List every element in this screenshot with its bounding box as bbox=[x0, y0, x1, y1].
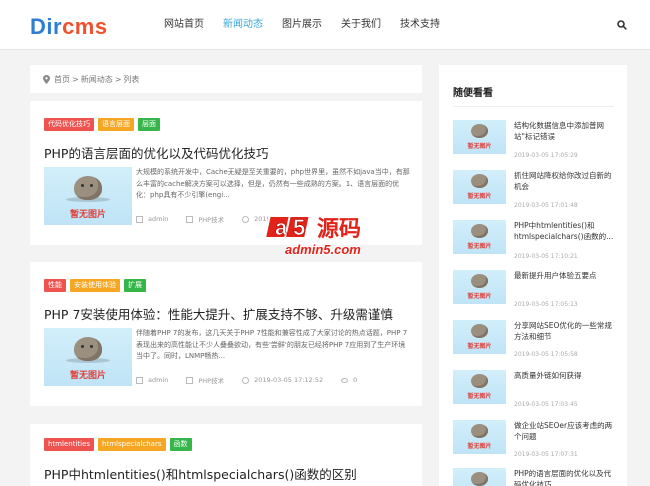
user-icon bbox=[136, 215, 143, 223]
post-date: 2019-03-05 17:07:31 bbox=[514, 451, 578, 458]
main-nav: 网站首页 新闻动态 图片展示 关于我们 技术支持 bbox=[164, 0, 459, 50]
post-thumbnail[interactable]: 暂无图片 bbox=[453, 120, 506, 154]
article-thumbnail[interactable]: 暂无图片 bbox=[44, 167, 132, 225]
divider bbox=[453, 106, 614, 107]
nav-item-images[interactable]: 图片展示 bbox=[282, 0, 322, 50]
breadcrumb-news[interactable]: 新闻动态 bbox=[81, 74, 113, 85]
post-title[interactable]: 结构化数据信息中添加普网站"标记错误 bbox=[514, 120, 618, 142]
sidebar-random-posts: 随便看看 暂无图片 结构化数据信息中添加普网站"标记错误 2019-03-05 … bbox=[439, 65, 627, 486]
post-date: 2019-03-05 17:05:58 bbox=[514, 351, 578, 358]
sidebar-title: 随便看看 bbox=[453, 88, 493, 99]
nav-item-support[interactable]: 技术支持 bbox=[400, 0, 440, 50]
post-thumbnail[interactable]: 暂无图片 bbox=[453, 370, 506, 404]
sidebar-post[interactable]: 暂无图片 结构化数据信息中添加普网站"标记错误 2019-03-05 17:05… bbox=[453, 120, 617, 160]
sidebar-post[interactable]: 暂无图片 分享网站SEO优化的一些常规方法和细节 2019-03-05 17:0… bbox=[453, 320, 617, 360]
tag[interactable]: 安装使用体验 bbox=[70, 279, 120, 292]
post-title[interactable]: 高质量外链如何获得 bbox=[514, 370, 618, 381]
article-title[interactable]: PHP中htmlentities()和htmlspecialchars()函数的… bbox=[44, 464, 357, 483]
sidebar-post[interactable]: 暂无图片 PHP的语言层面的优化以及代码优化技巧 bbox=[453, 468, 617, 486]
post-title[interactable]: 抓住网站降权给你改过自新的机会 bbox=[514, 170, 618, 192]
post-date: 2019-03-05 17:03:45 bbox=[514, 401, 578, 408]
placeholder-label: 暂无图片 bbox=[69, 371, 106, 381]
breadcrumb-current: 列表 bbox=[123, 74, 140, 84]
article-title[interactable]: PHP的语言层面的优化以及代码优化技巧 bbox=[44, 143, 268, 162]
breadcrumb-separator: > bbox=[114, 74, 122, 84]
post-thumbnail[interactable]: 暂无图片 bbox=[453, 468, 506, 486]
breadcrumb-home[interactable]: 首页 bbox=[54, 74, 70, 85]
post-date: 2019-03-05 17:01:48 bbox=[514, 202, 578, 209]
article-date: 2019- bbox=[254, 215, 273, 223]
category-icon bbox=[186, 376, 194, 384]
article-author[interactable]: admin bbox=[148, 376, 168, 384]
category-icon bbox=[186, 215, 194, 223]
article-excerpt: 伴随着PHP 7的发布，这几天关于PHP 7性能和兼容性成了大家讨论的热点话题，… bbox=[136, 329, 408, 360]
post-thumbnail[interactable]: 暂无图片 bbox=[453, 270, 506, 304]
breadcrumb-separator: > bbox=[72, 74, 79, 84]
sidebar-post[interactable]: 暂无图片 最新提升用户体验五要点 2019-03-05 17:05:13 bbox=[453, 270, 617, 310]
article-meta: admin PHP技术 2019- bbox=[136, 214, 291, 224]
article-thumbnail[interactable]: 暂无图片 bbox=[44, 328, 132, 386]
tag-list: 代码优化技巧 语言层面 层面 bbox=[44, 118, 164, 131]
post-title[interactable]: 做企业站SEOer应该考虑的两个问题 bbox=[514, 420, 618, 442]
article-category[interactable]: PHP技术 bbox=[198, 214, 224, 224]
sidebar-post[interactable]: 暂无图片 PHP中htmlentities()和htmlspecialchars… bbox=[453, 220, 617, 264]
post-thumbnail[interactable]: 暂无图片 bbox=[453, 320, 506, 354]
post-thumbnail[interactable]: 暂无图片 bbox=[453, 220, 506, 254]
tag[interactable]: 层面 bbox=[138, 118, 160, 131]
placeholder-label: 暂无图片 bbox=[69, 210, 106, 220]
tag-list: 性能 安装使用体验 扩展 bbox=[44, 279, 150, 292]
sidebar-post[interactable]: 暂无图片 做企业站SEOer应该考虑的两个问题 2019-03-05 17:07… bbox=[453, 420, 617, 460]
clock-icon bbox=[242, 215, 250, 223]
site-header: Dircms 网站首页 新闻动态 图片展示 关于我们 技术支持 bbox=[0, 0, 650, 50]
placeholder-rock-icon bbox=[74, 176, 102, 200]
article-date: 2019-03-05 17:12:52 bbox=[254, 376, 324, 384]
search-icon[interactable] bbox=[617, 20, 627, 30]
eye-icon bbox=[341, 377, 349, 383]
tag[interactable]: 性能 bbox=[44, 279, 66, 292]
post-title[interactable]: 最新提升用户体验五要点 bbox=[514, 270, 618, 281]
article-card: 代码优化技巧 语言层面 层面 PHP的语言层面的优化以及代码优化技巧 暂无图片 … bbox=[30, 101, 422, 245]
article-card: htmlentities htmlspecialchars 函数 PHP中htm… bbox=[30, 424, 422, 486]
article-author[interactable]: admin bbox=[148, 215, 168, 223]
nav-item-news[interactable]: 新闻动态 bbox=[223, 0, 263, 50]
article-card: 性能 安装使用体验 扩展 PHP 7安装使用体验：性能大提升、扩展支持不够、升级… bbox=[30, 262, 422, 406]
article-category[interactable]: PHP技术 bbox=[198, 375, 224, 385]
user-icon bbox=[136, 376, 143, 384]
nav-item-home[interactable]: 网站首页 bbox=[164, 0, 204, 50]
article-views: 0 bbox=[353, 376, 358, 384]
article-excerpt: 大规模的系统开发中，Cache无疑是至关重要的，php世界里，虽然不如java当… bbox=[136, 168, 410, 199]
tag[interactable]: 语言层面 bbox=[98, 118, 134, 131]
article-title[interactable]: PHP 7安装使用体验：性能大提升、扩展支持不够、升级需谨慎 bbox=[44, 304, 393, 323]
tag-list: htmlentities htmlspecialchars 函数 bbox=[44, 438, 196, 451]
tag[interactable]: htmlspecialchars bbox=[98, 438, 166, 451]
placeholder-rock-icon bbox=[74, 337, 102, 361]
tag[interactable]: 代码优化技巧 bbox=[44, 118, 94, 131]
tag[interactable]: 扩展 bbox=[124, 279, 146, 292]
article-meta: admin PHP技术 2019-03-05 17:12:52 0 bbox=[136, 375, 375, 385]
post-date: 2019-03-05 17:05:29 bbox=[514, 152, 578, 159]
clock-icon bbox=[242, 376, 250, 384]
post-date: 2019-03-05 17:05:13 bbox=[514, 301, 578, 308]
post-title[interactable]: PHP中htmlentities()和htmlspecialchars()函数的… bbox=[514, 220, 618, 242]
sidebar-post[interactable]: 暂无图片 高质量外链如何获得 2019-03-05 17:03:45 bbox=[453, 370, 617, 410]
post-title[interactable]: PHP的语言层面的优化以及代码优化技巧 bbox=[514, 468, 618, 486]
nav-item-about[interactable]: 关于我们 bbox=[341, 0, 381, 50]
tag[interactable]: 函数 bbox=[169, 438, 192, 451]
post-title[interactable]: 分享网站SEO优化的一些常规方法和细节 bbox=[514, 320, 618, 342]
sidebar-post[interactable]: 暂无图片 抓住网站降权给你改过自新的机会 2019-03-05 17:01:48 bbox=[453, 170, 617, 210]
post-thumbnail[interactable]: 暂无图片 bbox=[453, 420, 506, 454]
location-pin-icon bbox=[43, 74, 50, 84]
tag[interactable]: htmlentities bbox=[44, 438, 95, 451]
breadcrumb: 首页 > 新闻动态 > 列表 bbox=[30, 65, 422, 93]
post-date: 2019-03-05 17:10:21 bbox=[514, 253, 578, 260]
site-logo[interactable]: Dircms bbox=[30, 14, 108, 40]
post-thumbnail[interactable]: 暂无图片 bbox=[453, 170, 506, 204]
